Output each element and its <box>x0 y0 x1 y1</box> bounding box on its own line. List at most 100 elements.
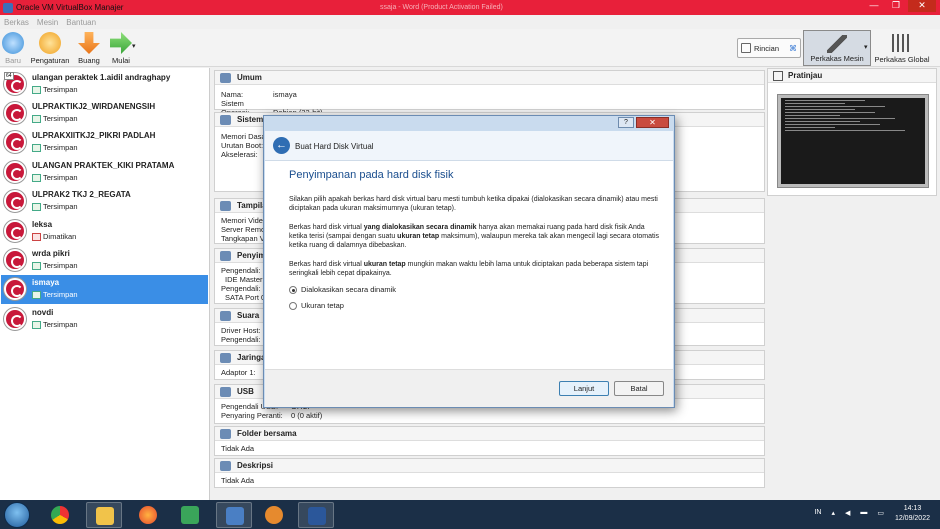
usb-icon <box>220 387 231 397</box>
dialog-close-button[interactable]: ✕ <box>636 117 669 128</box>
app-taskbar-icon[interactable] <box>172 502 208 528</box>
close-window-button[interactable]: ✕ <box>908 0 936 12</box>
radio-unselected[interactable] <box>289 301 297 310</box>
menu-bantuan[interactable]: Bantuan <box>66 18 96 27</box>
section-title: Folder bersama <box>237 429 297 438</box>
help-button[interactable]: ? <box>618 117 634 128</box>
64bit-badge: 64 <box>4 72 14 80</box>
new-vm-button[interactable]: Baru <box>2 32 24 65</box>
vm-item[interactable]: ULPRAKXIITKJ2_PIKRI PADLAH Tersimpan <box>1 128 208 157</box>
firefox-taskbar-icon[interactable] <box>130 502 166 528</box>
detail-label: Tidak Ada <box>221 444 255 453</box>
section-header[interactable]: Umum <box>215 71 764 85</box>
section-title: Deskripsi <box>237 461 274 470</box>
cancel-button[interactable]: Batal <box>614 381 664 396</box>
radio-label: Ukuran tetap <box>301 301 344 310</box>
vm-item[interactable]: novdi Tersimpan <box>1 305 208 334</box>
debian-icon <box>4 220 26 242</box>
back-arrow-icon[interactable]: ← <box>273 137 290 154</box>
wrench-icon <box>892 34 912 52</box>
gear-blue-icon <box>2 32 24 54</box>
app2-taskbar-icon[interactable] <box>256 502 292 528</box>
vm-item[interactable]: 64 ulangan peraktek 1.aidil andraghapy T… <box>1 70 208 99</box>
clock[interactable]: 14:13 12/09/2022 <box>895 504 930 524</box>
chrome-taskbar-icon[interactable] <box>42 502 78 528</box>
fixed-size-radio[interactable]: Ukuran tetap <box>289 301 344 310</box>
debian-icon <box>4 190 26 212</box>
arrow-down-icon <box>78 32 100 54</box>
vm-state: Tersimpan <box>32 320 78 329</box>
vm-name: ULPRAK2 TKJ 2_REGATA <box>32 190 131 199</box>
details-icon <box>741 43 751 53</box>
settings-label: Pengaturan <box>30 56 70 65</box>
explorer-taskbar-icon[interactable] <box>86 502 122 528</box>
vm-state: Tersimpan <box>32 114 78 123</box>
vm-name: wrda pikri <box>32 249 70 258</box>
speaker-icon[interactable]: ◀ <box>845 509 850 517</box>
saved-state-icon <box>32 143 41 152</box>
dynamic-allocation-radio[interactable]: Dialokasikan secara dinamik <box>289 285 396 294</box>
start-label: Mulai <box>112 56 130 65</box>
clock-date: 12/09/2022 <box>894 515 930 522</box>
create-virtual-disk-dialog: ? ✕ ← Buat Hard Disk Virtual Penyimpanan… <box>263 115 675 408</box>
radio-selected[interactable] <box>289 285 297 294</box>
detail-row: Penyaring Peranti: 0 (0 aktif) <box>215 411 764 420</box>
machine-tools-chevron-icon[interactable]: ▾ <box>864 43 868 51</box>
preview-panel: Pratinjau <box>767 68 937 196</box>
detail-label: Nama: <box>221 90 244 99</box>
preview-header[interactable]: Pratinjau <box>768 69 936 83</box>
chevron-up-icon[interactable]: ▴ <box>831 509 835 517</box>
vm-item-selected[interactable]: ismaya Tersimpan <box>1 275 208 304</box>
next-button[interactable]: Lanjut <box>559 381 609 396</box>
section-shared-folders: Folder bersama Tidak Ada <box>214 426 765 456</box>
language-indicator[interactable]: IN <box>814 509 821 517</box>
section-header[interactable]: Deskripsi <box>215 459 764 473</box>
maximize-button[interactable]: ❐ <box>886 0 906 12</box>
vm-name: novdi <box>32 308 54 317</box>
disk-icon <box>220 251 231 261</box>
new-vm-label: Baru <box>5 56 21 65</box>
minimize-button[interactable]: — <box>864 0 884 12</box>
section-header[interactable]: Folder bersama <box>215 427 764 441</box>
text-run: Berkas hard disk virtual <box>289 224 364 231</box>
discard-button[interactable]: Buang <box>76 32 102 65</box>
network-icon[interactable]: ▬ <box>860 509 867 517</box>
vm-item[interactable]: ULANGAN PRAKTEK_KIKI PRATAMA Tersimpan <box>1 158 208 187</box>
debian-icon <box>4 102 26 124</box>
detail-label: Tidak Ada <box>221 476 255 485</box>
vm-item[interactable]: ULPRAK2 TKJ 2_REGATA Tersimpan <box>1 187 208 216</box>
vm-state-label: Tersimpan <box>43 320 78 329</box>
toolbar: Baru Pengaturan Buang Mulai ▾ Rincian ⌘ … <box>0 29 940 67</box>
global-tools-button[interactable]: Perkakas Global <box>872 32 932 66</box>
vm-state-label: Tersimpan <box>43 143 78 152</box>
vm-item[interactable]: leksa Dimatikan <box>1 217 208 246</box>
saved-state-icon <box>32 261 41 270</box>
folder-icon <box>220 429 231 439</box>
chevron-down-icon[interactable]: ▾ <box>132 42 136 50</box>
chip-icon <box>220 115 231 125</box>
fixed-description: Berkas hard disk virtual ukuran tetap mu… <box>289 260 664 278</box>
details-button[interactable]: Rincian ⌘ <box>737 38 801 58</box>
vm-preview-screen <box>778 95 928 187</box>
window-controls: — ❐ ✕ <box>864 0 936 12</box>
settings-button[interactable]: Pengaturan <box>30 32 70 65</box>
detail-value: 0 (0 aktif) <box>291 411 323 420</box>
battery-icon[interactable]: ▭ <box>877 509 884 517</box>
monitor-icon <box>220 201 231 211</box>
virtualbox-taskbar-icon[interactable] <box>216 502 252 528</box>
word-taskbar-icon[interactable] <box>298 502 334 528</box>
machine-tools-button[interactable]: Perkakas Mesin <box>803 30 871 66</box>
vm-name: ulangan peraktek 1.aidil andraghapy <box>32 73 171 82</box>
windows-start-icon[interactable] <box>4 502 30 528</box>
detail-value: ismaya <box>273 90 297 99</box>
menu-berkas[interactable]: Berkas <box>4 18 29 27</box>
debian-icon <box>4 161 26 183</box>
vm-item[interactable]: ULPRAKTIKJ2_WIRDANENGSIH Tersimpan <box>1 99 208 128</box>
vm-name: ULANGAN PRAKTEK_KIKI PRATAMA <box>32 161 175 170</box>
preview-icon <box>773 71 783 81</box>
dialog-title: Buat Hard Disk Virtual <box>295 142 374 151</box>
menu-mesin[interactable]: Mesin <box>37 18 58 27</box>
vm-item[interactable]: wrda pikri Tersimpan <box>1 246 208 275</box>
text-run: Berkas hard disk virtual <box>289 261 364 268</box>
gear-icon <box>39 32 61 54</box>
